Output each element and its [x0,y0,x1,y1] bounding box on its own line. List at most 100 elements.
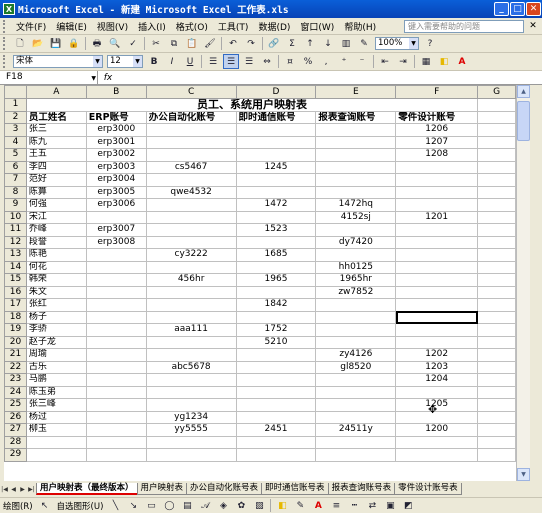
excel-app-icon[interactable]: X [3,3,15,15]
vertical-scrollbar[interactable]: ▲ ▼ [516,85,530,481]
row-header[interactable]: 9 [4,198,27,212]
table-cell[interactable]: 李四 [25,160,87,174]
cut-icon[interactable]: ✂ [148,36,164,51]
table-cell[interactable] [145,385,237,399]
copy-icon[interactable]: ⧉ [166,36,182,51]
table-cell[interactable] [85,385,147,399]
align-left-icon[interactable]: ☰ [205,54,221,69]
table-cell[interactable]: 陈玉弟 [25,385,87,399]
oval-icon[interactable]: ◯ [161,498,177,513]
table-cell[interactable]: 李骄 [25,323,87,337]
column-header[interactable]: C [145,85,237,99]
table-cell[interactable]: erp3007 [85,223,147,237]
table-cell[interactable] [235,260,317,274]
table-cell[interactable] [145,260,237,274]
menu-window[interactable]: 窗口(W) [295,20,339,33]
table-cell[interactable] [395,248,479,262]
table-cell[interactable]: 陈艳 [25,248,87,262]
table-cell[interactable] [85,248,147,262]
menu-format[interactable]: 格式(O) [171,20,213,33]
comma-style-icon[interactable]: , [318,54,334,69]
table-cell[interactable]: erp3008 [85,235,147,249]
font-select[interactable]: 宋体 ▼ [13,55,103,68]
menu-tools[interactable]: 工具(T) [213,20,254,33]
table-cell[interactable] [315,173,397,187]
cell[interactable] [477,223,516,237]
table-cell[interactable] [85,348,147,362]
table-cell[interactable] [395,260,479,274]
sort-ascending-icon[interactable]: ↑ [302,36,318,51]
table-cell[interactable]: erp3001 [85,135,147,149]
chevron-down-icon[interactable]: ▼ [133,56,142,67]
textbox-icon[interactable]: ▤ [179,498,195,513]
cell[interactable] [85,435,147,449]
table-cell[interactable]: 张三峰 [25,398,87,412]
table-cell[interactable] [315,410,397,424]
chevron-down-icon[interactable]: ▼ [93,56,102,67]
table-cell[interactable]: 宋江 [25,210,87,224]
table-cell[interactable]: 2451 [235,423,317,437]
align-right-icon[interactable]: ☰ [241,54,257,69]
table-cell[interactable]: qwe4532 [145,185,237,199]
table-cell[interactable]: 1472hq [315,198,397,212]
table-cell[interactable]: 陈九 [25,135,87,149]
cell[interactable] [85,448,147,462]
table-cell[interactable] [85,298,147,312]
cell[interactable] [315,448,397,462]
picture-icon[interactable]: ▨ [251,498,267,513]
table-cell[interactable] [145,223,237,237]
table-cell[interactable]: 韩荣 [25,273,87,287]
formula-input[interactable] [118,71,542,84]
table-cell[interactable]: erp3003 [85,160,147,174]
table-cell[interactable] [85,323,147,337]
table-cell[interactable]: erp3006 [85,198,147,212]
table-cell[interactable] [395,385,479,399]
row-header[interactable]: 18 [4,310,27,324]
cell[interactable] [477,210,516,224]
table-cell[interactable]: 赵子龙 [25,335,87,349]
table-cell[interactable]: 1965 [235,273,317,287]
cell[interactable] [477,173,516,187]
row-header[interactable]: 19 [4,323,27,337]
table-cell[interactable] [145,148,237,162]
print-icon[interactable]: 🖶 [89,36,105,51]
column-title-cell[interactable]: 办公自动化账号 [145,110,237,124]
table-cell[interactable]: 周瑜 [25,348,87,362]
table-cell[interactable] [395,198,479,212]
table-cell[interactable] [315,373,397,387]
table-cell[interactable]: 张红 [25,298,87,312]
cell[interactable] [477,298,516,312]
table-cell[interactable] [145,285,237,299]
scroll-up-icon[interactable]: ▲ [517,85,530,98]
table-cell[interactable]: 4152sj [315,210,397,224]
redo-icon[interactable]: ↷ [243,36,259,51]
row-header[interactable]: 29 [4,448,27,462]
table-cell[interactable]: 1752 [235,323,317,337]
table-cell[interactable] [395,323,479,337]
table-cell[interactable]: 乔峰 [25,223,87,237]
chevron-down-icon[interactable]: ▼ [409,38,418,49]
cell[interactable] [477,135,516,149]
column-title-cell[interactable]: 员工姓名 [25,110,87,124]
table-cell[interactable]: 1203 [395,360,479,374]
table-cell[interactable] [85,360,147,374]
sheet-tab-user-map[interactable]: 用户映射表 [136,483,188,495]
menu-view[interactable]: 视图(V) [92,20,133,33]
cell[interactable] [477,360,516,374]
table-cell[interactable]: 何强 [25,198,87,212]
line-icon[interactable]: ╲ [107,498,123,513]
row-header[interactable]: 25 [4,398,27,412]
table-cell[interactable] [235,398,317,412]
table-cell[interactable]: yy5555 [145,423,237,437]
table-cell[interactable] [395,298,479,312]
table-cell[interactable] [85,210,147,224]
table-cell[interactable] [145,398,237,412]
table-cell[interactable] [235,360,317,374]
table-cell[interactable]: yg1234 [145,410,237,424]
open-icon[interactable]: 📂 [30,36,46,51]
column-header[interactable]: F [395,85,479,99]
menu-insert[interactable]: 插入(I) [133,20,171,33]
row-header[interactable]: 28 [4,435,27,449]
table-cell[interactable]: dy7420 [315,235,397,249]
table-cell[interactable]: 杨过 [25,410,87,424]
